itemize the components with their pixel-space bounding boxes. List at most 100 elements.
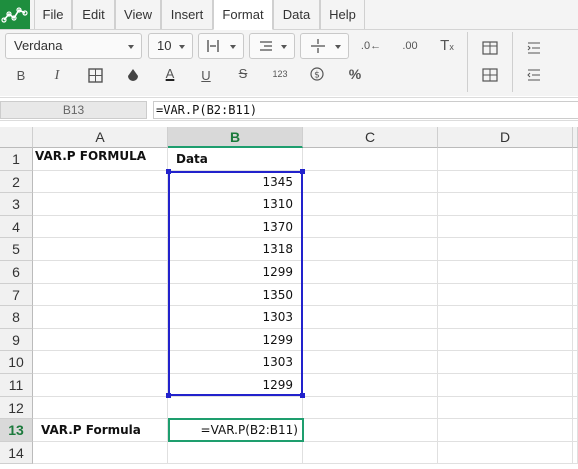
table-grid-icon[interactable] bbox=[478, 64, 502, 86]
cell-c10[interactable] bbox=[303, 351, 438, 374]
cell-a2[interactable] bbox=[33, 170, 168, 194]
text-color-button[interactable]: A bbox=[158, 63, 182, 85]
cell-a3[interactable] bbox=[33, 193, 168, 216]
cell-a4[interactable] bbox=[33, 215, 168, 239]
cell-a12[interactable] bbox=[33, 396, 168, 420]
cell-e6[interactable] bbox=[573, 261, 578, 284]
indent-decrease-icon[interactable] bbox=[522, 64, 546, 86]
cell-a11[interactable] bbox=[33, 374, 168, 397]
cell-d13[interactable] bbox=[438, 419, 573, 442]
menu-data[interactable]: Data bbox=[273, 0, 320, 29]
row-header-13[interactable]: 13 bbox=[0, 419, 33, 442]
row-header-4[interactable]: 4 bbox=[0, 215, 33, 239]
cell-b10[interactable]: 1303 bbox=[168, 351, 303, 374]
cell-b13[interactable]: =VAR.P(B2:B11) bbox=[168, 419, 303, 442]
borders-icon[interactable] bbox=[84, 65, 108, 87]
cell-b5[interactable]: 1318 bbox=[168, 238, 303, 261]
cell-a5[interactable] bbox=[33, 238, 168, 261]
underline-button[interactable]: U bbox=[194, 65, 218, 87]
vertical-align-dropdown[interactable] bbox=[300, 33, 349, 59]
row-header-2[interactable]: 2 bbox=[0, 170, 33, 194]
menu-format[interactable]: Format bbox=[213, 0, 273, 30]
increase-decimal-icon[interactable]: .00 bbox=[398, 35, 422, 57]
app-logo-icon[interactable] bbox=[0, 0, 30, 29]
cell-e12[interactable] bbox=[573, 396, 578, 420]
row-header-9[interactable]: 9 bbox=[0, 328, 33, 352]
font-size-dropdown[interactable]: 10 bbox=[148, 33, 193, 59]
cell-e9[interactable] bbox=[573, 328, 578, 352]
cell-e11[interactable] bbox=[573, 374, 578, 397]
indent-increase-icon[interactable] bbox=[522, 37, 546, 59]
cell-a1[interactable]: VAR.P FORMULA bbox=[33, 148, 168, 171]
cell-e8[interactable] bbox=[573, 306, 578, 329]
cell-d14[interactable] bbox=[438, 441, 573, 465]
horizontal-align-dropdown[interactable] bbox=[198, 33, 244, 59]
cell-e1[interactable] bbox=[573, 148, 578, 171]
cell-b7[interactable]: 1350 bbox=[168, 283, 303, 307]
cell-b12[interactable] bbox=[168, 396, 303, 420]
selection-handle[interactable] bbox=[300, 169, 305, 174]
text-align-dropdown[interactable] bbox=[249, 33, 295, 59]
selection-handle[interactable] bbox=[166, 169, 171, 174]
cell-b6[interactable]: 1299 bbox=[168, 261, 303, 284]
cell-a7[interactable] bbox=[33, 283, 168, 307]
cell-c9[interactable] bbox=[303, 328, 438, 352]
column-header-c[interactable]: C bbox=[303, 127, 438, 148]
percent-button[interactable]: % bbox=[343, 63, 367, 85]
bold-button[interactable]: B bbox=[9, 65, 33, 87]
cell-d3[interactable] bbox=[438, 193, 573, 216]
cell-c6[interactable] bbox=[303, 261, 438, 284]
row-header-8[interactable]: 8 bbox=[0, 306, 33, 329]
cell-a6[interactable] bbox=[33, 261, 168, 284]
selection-handle[interactable] bbox=[300, 393, 305, 398]
cell-e14[interactable] bbox=[573, 441, 578, 465]
cell-d8[interactable] bbox=[438, 306, 573, 329]
row-header-14[interactable]: 14 bbox=[0, 441, 33, 465]
cell-b9[interactable]: 1299 bbox=[168, 328, 303, 352]
cell-c2[interactable] bbox=[303, 170, 438, 194]
decrease-decimal-icon[interactable]: .0← bbox=[359, 35, 383, 57]
cell-d12[interactable] bbox=[438, 396, 573, 420]
cell-b14[interactable] bbox=[168, 441, 303, 465]
insert-table-icon[interactable] bbox=[478, 37, 502, 59]
row-header-5[interactable]: 5 bbox=[0, 238, 33, 261]
menu-insert[interactable]: Insert bbox=[161, 0, 213, 29]
cell-a14[interactable] bbox=[33, 441, 168, 465]
cell-d9[interactable] bbox=[438, 328, 573, 352]
cell-c4[interactable] bbox=[303, 215, 438, 239]
cell-c13[interactable] bbox=[303, 419, 438, 442]
cell-b3[interactable]: 1310 bbox=[168, 193, 303, 216]
cell-e4[interactable] bbox=[573, 215, 578, 239]
column-header-a[interactable]: A bbox=[33, 127, 168, 148]
cell-d2[interactable] bbox=[438, 170, 573, 194]
cell-e3[interactable] bbox=[573, 193, 578, 216]
menu-view[interactable]: View bbox=[115, 0, 161, 29]
column-header-e[interactable] bbox=[573, 127, 578, 148]
clear-formatting-icon[interactable]: Tx bbox=[435, 35, 459, 57]
italic-button[interactable]: I bbox=[45, 65, 69, 87]
strikethrough-button[interactable]: S bbox=[231, 63, 255, 85]
name-box[interactable]: B13 bbox=[0, 101, 147, 119]
cell-d1[interactable] bbox=[438, 148, 573, 171]
font-name-dropdown[interactable]: Verdana bbox=[5, 33, 142, 59]
cell-c8[interactable] bbox=[303, 306, 438, 329]
number-format-button[interactable]: 123 bbox=[268, 63, 292, 85]
selection-handle[interactable] bbox=[166, 393, 171, 398]
cell-d4[interactable] bbox=[438, 215, 573, 239]
row-header-1[interactable]: 1 bbox=[0, 148, 33, 171]
row-header-12[interactable]: 12 bbox=[0, 396, 33, 420]
cell-a13[interactable]: VAR.P Formula bbox=[33, 419, 168, 442]
cell-e2[interactable] bbox=[573, 170, 578, 194]
cell-c11[interactable] bbox=[303, 374, 438, 397]
cell-b8[interactable]: 1303 bbox=[168, 306, 303, 329]
cell-c14[interactable] bbox=[303, 441, 438, 465]
cell-e5[interactable] bbox=[573, 238, 578, 261]
menu-edit[interactable]: Edit bbox=[72, 0, 115, 29]
cell-d7[interactable] bbox=[438, 283, 573, 307]
row-header-6[interactable]: 6 bbox=[0, 261, 33, 284]
cell-b4[interactable]: 1370 bbox=[168, 215, 303, 239]
column-header-d[interactable]: D bbox=[438, 127, 573, 148]
cell-d6[interactable] bbox=[438, 261, 573, 284]
cell-b1[interactable]: Data bbox=[168, 148, 303, 171]
cell-d5[interactable] bbox=[438, 238, 573, 261]
